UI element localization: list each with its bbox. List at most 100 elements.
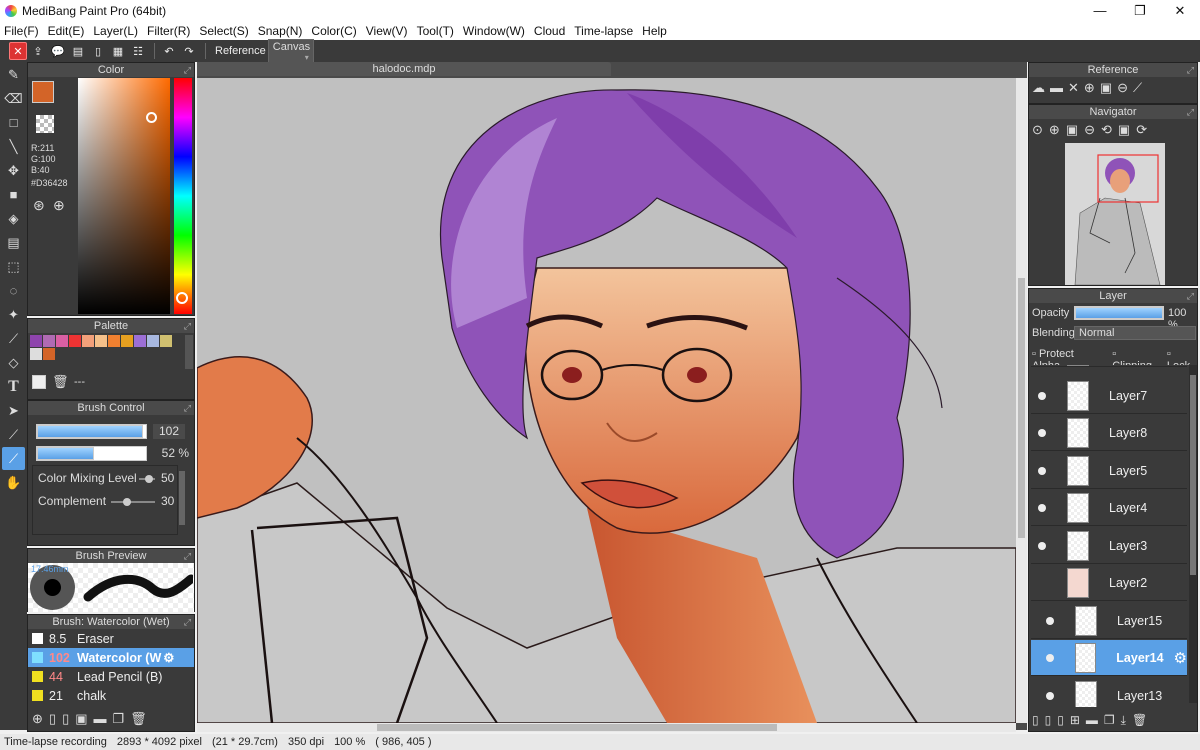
eraser-tool-icon[interactable]: ⌫ bbox=[2, 87, 25, 110]
canvas-horizontal-scrollbar[interactable] bbox=[197, 723, 1016, 732]
rotate-left-icon[interactable]: ⟲ bbox=[1101, 122, 1112, 138]
redo-icon[interactable]: ↷ bbox=[180, 42, 198, 60]
menu-edit[interactable]: Edit(E) bbox=[48, 24, 85, 38]
brush-item[interactable]: 21 chalk bbox=[28, 686, 194, 705]
menu-help[interactable]: Help bbox=[642, 24, 667, 38]
layer-row[interactable]: Layer15 bbox=[1031, 603, 1187, 639]
brush-settings-icon[interactable]: ▣ bbox=[75, 711, 87, 727]
checklist-icon[interactable]: ☷ bbox=[129, 42, 147, 60]
magic-wand-tool-icon[interactable]: ✦ bbox=[2, 303, 25, 326]
palette-scrollbar[interactable] bbox=[185, 335, 193, 369]
eye-icon[interactable] bbox=[1031, 391, 1053, 400]
select-pen-tool-icon[interactable]: ⟋ bbox=[2, 327, 25, 350]
share-icon[interactable]: ⇪ bbox=[29, 42, 47, 60]
blur-tool-icon[interactable]: ⟋ bbox=[2, 447, 25, 470]
maximize-button[interactable]: ❐ bbox=[1120, 0, 1160, 21]
palette-swatch[interactable] bbox=[147, 335, 159, 347]
layer-row-selected[interactable]: Layer14 ⚙ bbox=[1031, 640, 1187, 676]
menu-timelapse[interactable]: Time-lapse bbox=[574, 24, 633, 38]
palette-swatch[interactable] bbox=[43, 348, 55, 360]
folder-open-icon[interactable]: ▬ bbox=[1050, 80, 1063, 96]
gradient-tool-icon[interactable]: ▤ bbox=[2, 231, 25, 254]
palette-swatch[interactable] bbox=[121, 335, 133, 347]
select-rect-tool-icon[interactable]: ⬚ bbox=[2, 255, 25, 278]
palette-swatch[interactable] bbox=[108, 335, 120, 347]
menu-color[interactable]: Color(C) bbox=[311, 24, 356, 38]
new-8bit-layer-icon[interactable]: ▯ bbox=[1057, 713, 1064, 728]
saturation-value-picker[interactable] bbox=[78, 78, 170, 314]
expand-icon[interactable]: ⤢ bbox=[1187, 63, 1194, 77]
palette-swatch[interactable] bbox=[82, 335, 94, 347]
menu-tool[interactable]: Tool(T) bbox=[417, 24, 454, 38]
complement-slider[interactable] bbox=[111, 498, 155, 506]
rectangle-tool-icon[interactable]: □ bbox=[2, 111, 25, 134]
eye-icon[interactable] bbox=[1031, 503, 1053, 512]
blending-select[interactable]: Normal bbox=[1074, 326, 1196, 340]
menu-file[interactable]: File(F) bbox=[4, 24, 39, 38]
hand-tool-icon[interactable]: ✋ bbox=[2, 471, 25, 494]
folder-icon[interactable]: ▬ bbox=[94, 711, 107, 727]
palette-swatch[interactable] bbox=[69, 335, 81, 347]
eye-icon[interactable] bbox=[1039, 691, 1061, 700]
zoom-in-icon[interactable]: ⊕ bbox=[1049, 122, 1060, 138]
rotate-right-icon[interactable]: ⟳ bbox=[1136, 122, 1147, 138]
brush-size-slider[interactable] bbox=[36, 424, 147, 439]
layer-row[interactable]: Layer7 bbox=[1031, 378, 1187, 414]
layer-row[interactable]: Layer2 bbox=[1031, 565, 1187, 601]
gear-icon[interactable]: ⚙ bbox=[163, 650, 174, 665]
eyedropper-tool-icon[interactable]: ⟋ bbox=[2, 423, 25, 446]
copy-brush-icon[interactable]: ▯ bbox=[62, 711, 69, 727]
layer-scrollbar[interactable] bbox=[1189, 365, 1197, 703]
close-doc-icon[interactable]: ✕ bbox=[9, 42, 27, 60]
move-tool-icon[interactable]: ✥ bbox=[2, 159, 25, 182]
fit-icon[interactable]: ▣ bbox=[1100, 80, 1112, 96]
eyedropper-icon[interactable]: ⟋ bbox=[1133, 80, 1142, 96]
palette-swatch[interactable] bbox=[43, 335, 55, 347]
cloud-icon[interactable]: ☁ bbox=[1032, 80, 1045, 96]
palette-swatch[interactable] bbox=[56, 335, 68, 347]
drawing-canvas[interactable] bbox=[197, 78, 1016, 723]
zoom-out-icon[interactable]: ⊖ bbox=[1117, 80, 1128, 96]
comment-icon[interactable]: 💬 bbox=[49, 42, 67, 60]
lasso-tool-icon[interactable]: ◌ bbox=[2, 279, 25, 302]
transparent-color-swatch[interactable] bbox=[36, 115, 54, 133]
expand-icon[interactable]: ⤢ bbox=[184, 63, 191, 77]
text-tool-icon[interactable]: T bbox=[2, 375, 25, 398]
reference-select[interactable]: Canvas ▾ bbox=[267, 38, 314, 64]
select-eraser-tool-icon[interactable]: ◇ bbox=[2, 351, 25, 374]
eye-icon[interactable] bbox=[1031, 466, 1053, 475]
expand-icon[interactable]: ⤢ bbox=[184, 401, 191, 415]
menu-view[interactable]: View(V) bbox=[366, 24, 408, 38]
grid-icon[interactable]: ▦ bbox=[109, 42, 127, 60]
palette-swatch[interactable] bbox=[134, 335, 146, 347]
brush-item[interactable]: 44 Lead Pencil (B) bbox=[28, 667, 194, 686]
brush-size-value[interactable]: 102 bbox=[153, 424, 185, 439]
speech-icon[interactable]: ▤ bbox=[69, 42, 87, 60]
menu-filter[interactable]: Filter(R) bbox=[147, 24, 190, 38]
new-layer-icon[interactable]: ▯ bbox=[1032, 713, 1039, 728]
brush-tool-icon[interactable]: ✎ bbox=[2, 63, 25, 86]
add-layer-menu-icon[interactable]: ⊞ bbox=[1070, 713, 1080, 728]
trash-icon[interactable]: 🗑 bbox=[130, 711, 147, 727]
expand-icon[interactable]: ⤢ bbox=[184, 549, 191, 563]
expand-icon[interactable]: ⤢ bbox=[184, 319, 191, 333]
gear-icon[interactable]: ⚙ bbox=[1174, 649, 1187, 667]
new-brush-icon[interactable]: ▯ bbox=[49, 711, 56, 727]
duplicate-icon[interactable]: ❐ bbox=[113, 711, 125, 727]
trash-icon[interactable]: 🗑 bbox=[1132, 713, 1147, 728]
layer-row[interactable]: Layer3 bbox=[1031, 528, 1187, 564]
sv-cursor[interactable] bbox=[146, 112, 157, 123]
close-icon[interactable]: ✕ bbox=[1068, 80, 1079, 96]
palette-swatch[interactable] bbox=[95, 335, 107, 347]
brush-opacity-slider[interactable] bbox=[36, 446, 147, 461]
layer-row[interactable]: Layer13 bbox=[1031, 678, 1187, 707]
brush-item[interactable]: 8.5 Eraser bbox=[28, 629, 194, 648]
merge-layer-icon[interactable]: ⤓ bbox=[1121, 713, 1126, 728]
palette-swatch[interactable] bbox=[30, 335, 42, 347]
brush-control-scrollbar[interactable] bbox=[179, 471, 185, 525]
brush-item-selected[interactable]: 102 Watercolor (W ⚙ bbox=[28, 648, 194, 667]
color-mixing-slider[interactable] bbox=[139, 475, 155, 483]
folder-icon[interactable]: ▬ bbox=[1086, 713, 1098, 728]
layer-row[interactable]: Layer5 bbox=[1031, 453, 1187, 489]
hue-cursor[interactable] bbox=[176, 292, 188, 304]
